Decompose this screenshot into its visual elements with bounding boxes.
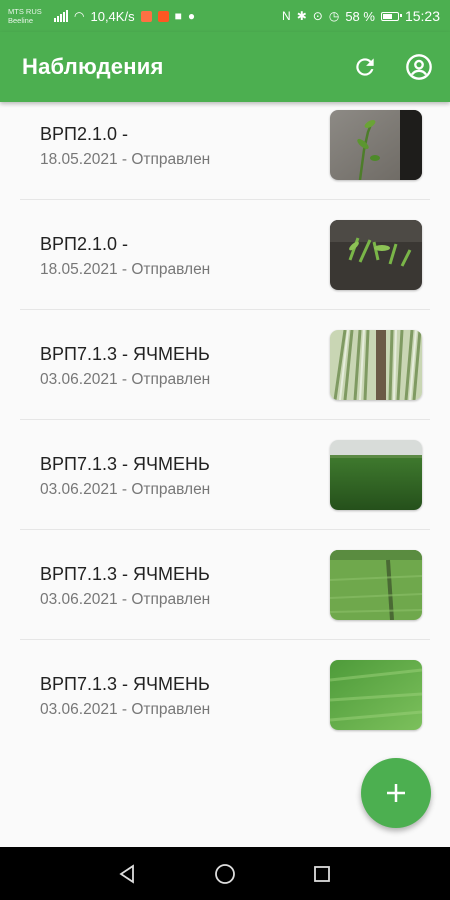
wifi-icon: ◠ (74, 9, 85, 23)
barley-rows-photo (330, 330, 422, 400)
barley-field-track-photo (330, 550, 422, 620)
item-title: ВРП7.1.3 - ЯЧМЕНЬ (40, 674, 210, 694)
list-item[interactable]: ВРП2.1.0 - 18.05.2021 - Отправлен (20, 90, 430, 200)
item-title: ВРП7.1.3 - ЯЧМЕНЬ (40, 344, 210, 364)
back-icon (119, 863, 135, 884)
status-bar: MTS RUS Beeline ◠ 10,4K/s ■ ● Ν ✱ ⊙ ◷ 58… (0, 0, 450, 32)
page-title: Наблюдения (22, 54, 164, 79)
item-subtitle: 03.06.2021 - Отправлен (40, 481, 211, 498)
item-subtitle: 03.06.2021 - Отправлен (40, 701, 211, 718)
video-icon: ■ (174, 9, 182, 23)
barley-field-horizon-photo (330, 440, 422, 510)
list-item[interactable]: ВРП7.1.3 - ЯЧМЕНЬ 03.06.2021 - Отправлен (20, 640, 430, 750)
item-subtitle: 03.06.2021 - Отправлен (40, 371, 211, 388)
recents-button[interactable] (302, 854, 342, 894)
back-button[interactable] (108, 854, 148, 894)
bluetooth-icon: ✱ (296, 9, 307, 23)
item-subtitle: 18.05.2021 - Отправлен (40, 151, 211, 168)
item-subtitle: 03.06.2021 - Отправлен (40, 591, 211, 608)
app-bar: Наблюдения (0, 32, 450, 102)
notification-icon (157, 10, 169, 22)
refresh-button[interactable] (350, 52, 380, 82)
home-icon (215, 863, 235, 884)
observation-list: ВРП2.1.0 - 18.05.2021 - Отправлен ВРП2.1… (0, 90, 450, 750)
carrier-primary: MTS RUS (8, 7, 42, 16)
home-button[interactable] (205, 854, 245, 894)
list-item[interactable]: ВРП7.1.3 - ЯЧМЕНЬ 03.06.2021 - Отправлен (20, 420, 430, 530)
list-item[interactable]: ВРП2.1.0 - 18.05.2021 - Отправлен (20, 200, 430, 310)
notification-icon (140, 10, 152, 22)
barley-closeup-photo (330, 660, 422, 730)
item-subtitle: 18.05.2021 - Отправлен (40, 261, 211, 278)
location-icon: ⊙ (312, 9, 323, 23)
item-title: ВРП7.1.3 - ЯЧМЕНЬ (40, 454, 210, 474)
account-button[interactable] (404, 52, 434, 82)
network-speed: 10,4K/s (90, 8, 135, 24)
item-title: ВРП2.1.0 - (40, 124, 128, 144)
carrier-label: MTS RUS Beeline (8, 7, 48, 25)
plus-icon (387, 784, 405, 802)
add-observation-button[interactable] (361, 758, 431, 828)
signal-icon (54, 10, 68, 22)
chat-icon: ● (187, 9, 196, 23)
recents-icon (313, 865, 330, 882)
account-icon (406, 54, 432, 80)
refresh-icon (356, 58, 374, 76)
seedlings-soil-photo (330, 220, 422, 290)
list-item[interactable]: ВРП7.1.3 - ЯЧМЕНЬ 03.06.2021 - Отправлен (20, 310, 430, 420)
alarm-icon: ◷ (328, 9, 340, 23)
battery-percent: 58 % (345, 8, 375, 24)
list-item[interactable]: ВРП7.1.3 - ЯЧМЕНЬ 03.06.2021 - Отправлен (20, 530, 430, 640)
clock: 15:23 (404, 8, 440, 24)
item-title: ВРП2.1.0 - (40, 234, 128, 254)
battery-icon (380, 11, 402, 21)
system-nav-bar (0, 847, 450, 900)
carrier-secondary: Beeline (8, 16, 34, 25)
nfc-icon: Ν (282, 9, 291, 23)
item-title: ВРП7.1.3 - ЯЧМЕНЬ (40, 564, 210, 584)
seedling-closeup-photo (330, 110, 422, 180)
